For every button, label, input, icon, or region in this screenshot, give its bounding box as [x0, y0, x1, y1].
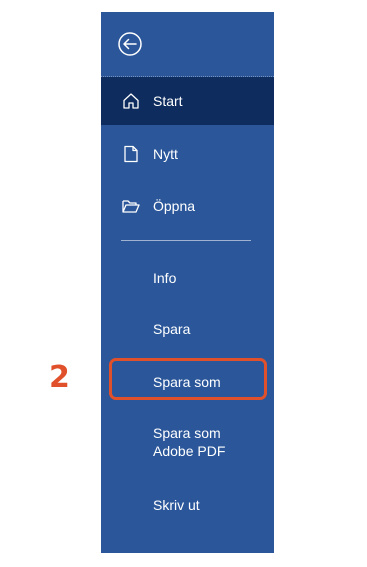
- back-button[interactable]: [115, 29, 145, 59]
- new-document-icon: [124, 145, 138, 163]
- menu-divider: [121, 240, 251, 241]
- menu-item-info[interactable]: Info: [153, 269, 176, 287]
- nav-item-label: Öppna: [153, 198, 196, 214]
- nav-item-new[interactable]: Nytt: [101, 130, 274, 178]
- nav-item-label: Start: [153, 93, 183, 109]
- menu-item-print[interactable]: Skriv ut: [153, 496, 200, 514]
- menu-item-line: Adobe PDF: [153, 443, 226, 459]
- back-arrow-icon: [118, 32, 142, 56]
- file-backstage-menu: Start Nytt Öppna Info Spara Spara som Sp…: [101, 12, 274, 553]
- menu-item-line: Spara som: [153, 425, 221, 441]
- menu-item-save-as-adobe-pdf[interactable]: Spara som Adobe PDF: [153, 424, 225, 460]
- nav-item-open[interactable]: Öppna: [101, 182, 274, 230]
- home-icon: [123, 93, 139, 109]
- menu-item-save[interactable]: Spara: [153, 320, 190, 338]
- nav-item-label: Nytt: [153, 146, 178, 162]
- step-number-label: 2: [49, 360, 70, 395]
- nav-item-start[interactable]: Start: [101, 77, 274, 125]
- screenshot-page: 2 Start Nytt Öppna Info Spara Spara som …: [0, 0, 367, 567]
- highlight-box: [109, 358, 267, 400]
- open-folder-icon: [122, 200, 140, 213]
